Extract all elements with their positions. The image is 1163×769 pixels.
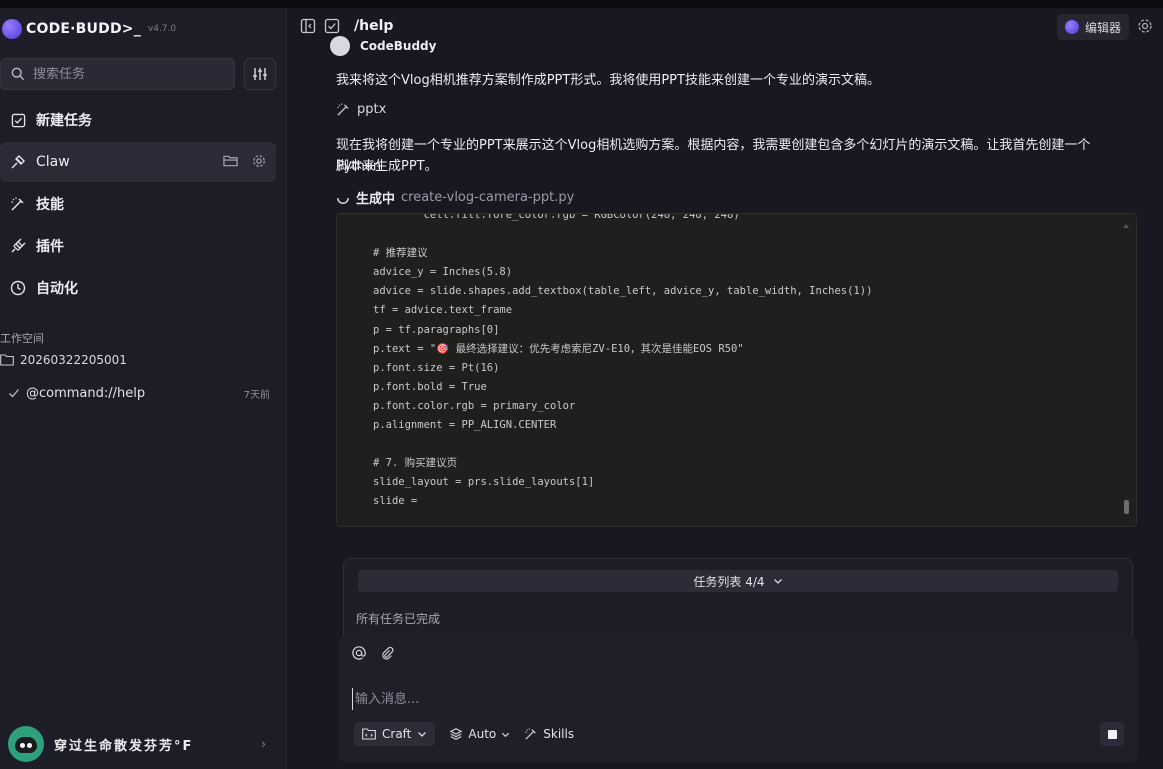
workspace-task-item[interactable]: @command://help 7天前 xyxy=(0,383,276,403)
avatar xyxy=(8,726,44,762)
tool-label: pptx xyxy=(357,102,387,117)
sidebar-item-label: 新建任务 xyxy=(36,113,92,129)
message-paragraph: 我来将这个Vlog相机推荐方案制作成PPT形式。我将使用PPT技能来创建一个专业… xyxy=(336,73,880,88)
sidebar-item-label: Claw xyxy=(36,154,70,170)
wand-icon xyxy=(10,196,26,212)
assistant-name: CodeBuddy xyxy=(360,39,437,53)
wand-icon xyxy=(525,728,537,740)
chevron-down-icon xyxy=(773,579,782,584)
model-label: Auto xyxy=(468,727,497,741)
stop-icon xyxy=(1107,729,1117,739)
wand-icon xyxy=(337,103,349,116)
main-panel: /help 编辑器 CodeBuddy 我来将这个Vlog相机推荐方案制作成PP… xyxy=(288,8,1163,769)
sidebar-item-label: 插件 xyxy=(36,239,64,255)
search-box[interactable] xyxy=(0,58,235,90)
claw-actions xyxy=(223,154,266,168)
chevron-down-icon xyxy=(502,732,510,737)
skills-label: Skills xyxy=(543,727,575,741)
sidebar-item-automation[interactable]: 自动化 xyxy=(0,268,276,308)
tool-call[interactable]: pptx xyxy=(336,102,1131,117)
folder-icon xyxy=(0,354,14,366)
sidebar-item-new-task[interactable]: 新建任务 xyxy=(0,100,276,140)
task-name: @command://help xyxy=(26,385,146,401)
brand-logo-icon xyxy=(2,19,22,39)
task-list-status: 所有任务已完成 xyxy=(356,612,441,626)
brand-version: v4.7.0 xyxy=(147,24,177,34)
editor-label: 编辑器 xyxy=(1084,20,1121,35)
search-input[interactable] xyxy=(33,66,223,82)
composer: Craft Auto Skills xyxy=(338,636,1138,762)
user-name: 穿过生命散发芬芳°F xyxy=(54,738,194,754)
mention-icon[interactable] xyxy=(352,646,366,660)
brand: CODE·BUDD>_ v4.7.0 xyxy=(0,18,176,40)
brand-name: CODE·BUDD>_ xyxy=(26,21,141,37)
task-list-panel: 任务列表 4/4 所有任务已完成 xyxy=(343,558,1133,642)
settings-icon[interactable] xyxy=(1137,18,1153,34)
sidebar-item-claw[interactable]: Claw xyxy=(0,142,276,182)
claw-icon xyxy=(10,154,26,170)
sidebar-item-label: 技能 xyxy=(36,197,64,213)
workspace-folder-name: 20260322205001 xyxy=(20,353,127,367)
task-list-label: 任务列表 4/4 xyxy=(693,574,765,589)
code-content: cell.fill.fore_color.rgb = RGBColor(248,… xyxy=(373,213,873,508)
sliders-icon xyxy=(253,68,267,80)
workspace-title: 工作空间 xyxy=(0,332,44,345)
scroll-up-arrow-icon[interactable] xyxy=(1123,224,1129,228)
sidebar: CODE·BUDD>_ v4.7.0 新建任务 Claw xyxy=(0,8,287,769)
editor-icon xyxy=(1064,20,1079,34)
task-time: 7天前 xyxy=(243,389,270,401)
filter-button[interactable] xyxy=(244,58,276,90)
code-block: cell.fill.fore_color.rgb = RGBColor(248,… xyxy=(336,213,1137,527)
message-input[interactable] xyxy=(352,688,1112,710)
mode-select[interactable]: Craft xyxy=(354,722,436,746)
user-profile[interactable]: 穿过生命散发芬芳°F › xyxy=(8,725,278,763)
sidebar-toggle-icon[interactable] xyxy=(300,18,316,34)
chevron-down-icon xyxy=(418,732,427,737)
model-select[interactable]: Auto xyxy=(449,727,510,741)
assistant-avatar xyxy=(330,36,350,56)
sidebar-item-plugins[interactable]: 插件 xyxy=(0,226,276,266)
task-list-toggle[interactable]: 任务列表 4/4 xyxy=(358,570,1118,592)
page-title: /help xyxy=(354,18,394,34)
generating-status: 生成中 create-vlog-camera-ppt.py xyxy=(336,188,1131,207)
sidebar-item-skills[interactable]: 技能 xyxy=(0,184,276,224)
spinner-icon xyxy=(337,197,349,204)
composer-tools xyxy=(352,646,394,660)
window-top-strip xyxy=(0,0,1163,8)
sidebar-item-label: 自动化 xyxy=(36,281,78,297)
clock-icon xyxy=(10,280,26,296)
generating-label: 生成中 xyxy=(356,192,396,207)
new-task-icon xyxy=(10,112,26,128)
composer-controls: Craft Auto Skills xyxy=(354,722,574,746)
gear-icon[interactable] xyxy=(252,154,266,168)
editor-button[interactable]: 编辑器 xyxy=(1056,14,1129,40)
layers-icon xyxy=(449,728,463,740)
generating-file: create-vlog-camera-ppt.py xyxy=(401,190,575,205)
app-window: CODE·BUDD>_ v4.7.0 新建任务 Claw xyxy=(0,0,1163,769)
mode-label: Craft xyxy=(382,727,412,741)
skills-button[interactable]: Skills xyxy=(524,727,574,741)
check-icon xyxy=(9,389,19,398)
code-scrollbar[interactable] xyxy=(1124,500,1129,514)
message-paragraph-2b: 脚本来生成PPT。 xyxy=(336,159,438,174)
folder-open-icon[interactable] xyxy=(223,154,238,168)
new-task-icon[interactable] xyxy=(324,18,340,34)
folder-code-icon xyxy=(362,728,376,740)
search-icon xyxy=(11,67,25,81)
stop-button[interactable] xyxy=(1100,722,1124,746)
workspace-folder[interactable]: 20260322205001 xyxy=(0,353,127,367)
attach-icon[interactable] xyxy=(380,646,394,660)
assistant-header: CodeBuddy xyxy=(330,36,436,56)
chevron-right-icon: › xyxy=(261,737,266,751)
plug-icon xyxy=(10,238,26,254)
